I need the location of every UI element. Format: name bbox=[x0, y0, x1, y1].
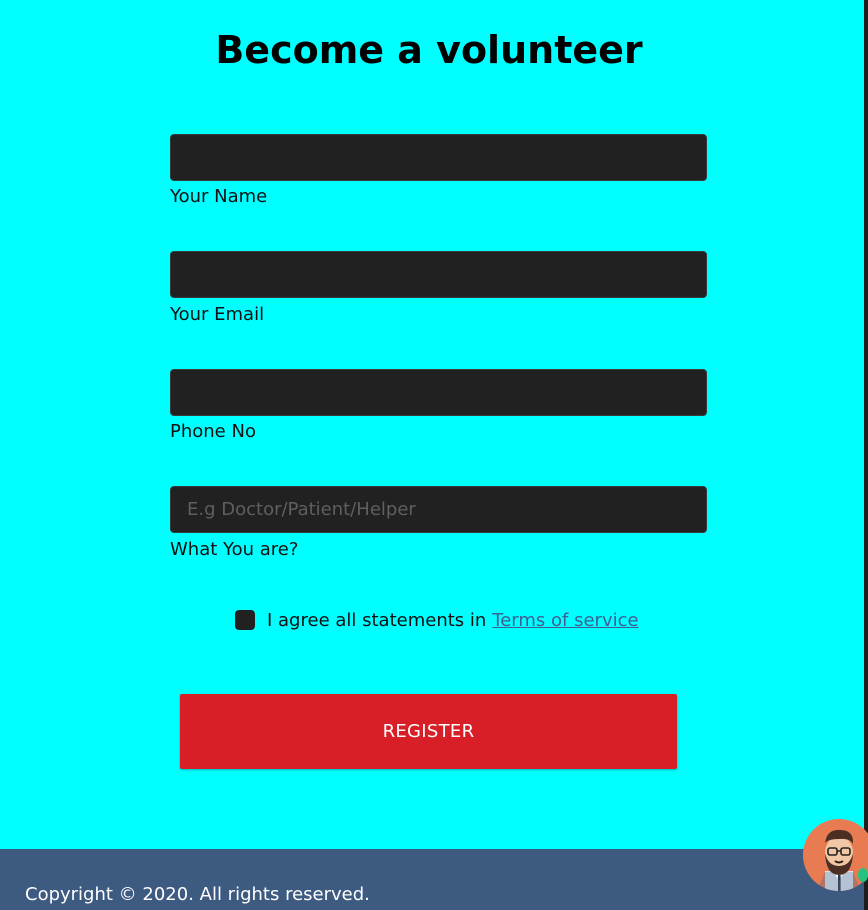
agree-checkbox[interactable] bbox=[235, 610, 255, 630]
agree-text: I agree all statements in bbox=[267, 609, 487, 631]
volunteer-page: Become a volunteer Your Name Your Email … bbox=[0, 0, 864, 910]
phone-label: Phone No bbox=[170, 421, 256, 442]
role-label: What You are? bbox=[170, 539, 299, 560]
copyright-text: Copyright © 2020. All rights reserved. bbox=[25, 884, 370, 905]
scrollbar[interactable] bbox=[864, 0, 868, 910]
terms-of-service-link[interactable]: Terms of service bbox=[492, 610, 638, 631]
online-status-icon bbox=[858, 868, 868, 882]
role-field[interactable] bbox=[170, 486, 707, 533]
name-label: Your Name bbox=[170, 186, 268, 207]
email-field[interactable] bbox=[170, 251, 707, 298]
user-avatar-icon[interactable] bbox=[803, 819, 868, 891]
email-label: Your Email bbox=[170, 304, 265, 325]
register-button[interactable]: REGISTER bbox=[180, 694, 677, 769]
page-title: Become a volunteer bbox=[215, 28, 643, 72]
name-field[interactable] bbox=[170, 134, 707, 181]
agree-row: I agree all statements in Terms of servi… bbox=[235, 606, 639, 634]
phone-field[interactable] bbox=[170, 369, 707, 416]
